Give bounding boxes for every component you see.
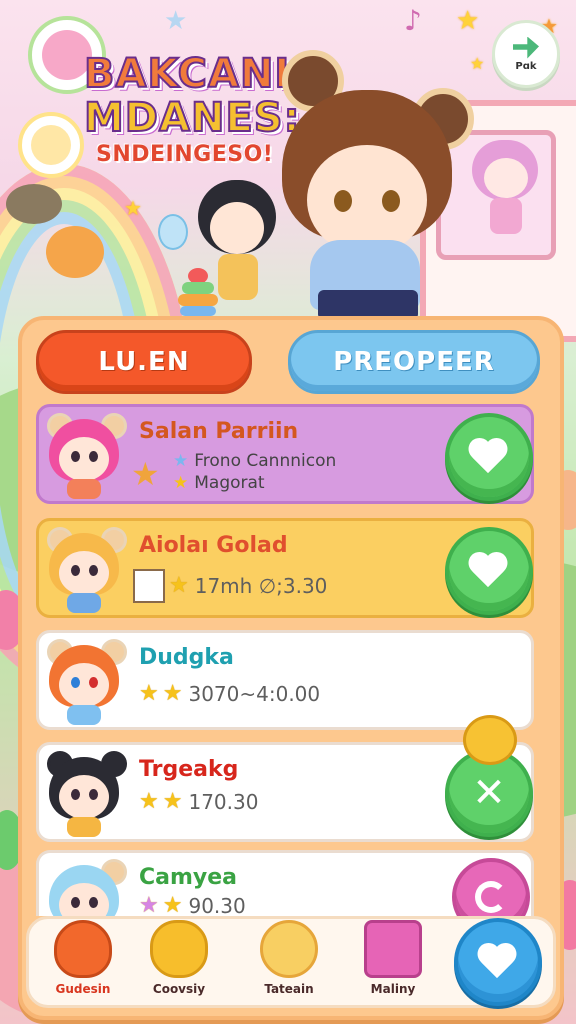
star-icon: ★ <box>169 573 189 598</box>
balloon-decoration <box>158 214 188 250</box>
favorites-main-button[interactable] <box>454 918 542 1006</box>
character-detail: ★ Magorat <box>173 473 265 493</box>
character-value: 17mh ∅;3.30 <box>194 573 328 598</box>
character-detail: ★ Frono Cannnicon <box>173 451 336 471</box>
favorite-button[interactable] <box>445 527 533 615</box>
heart-icon <box>469 439 509 475</box>
rating-stars: ★ ★ <box>139 789 182 814</box>
arrow-icon <box>513 36 539 59</box>
pink-box-icon <box>364 920 422 978</box>
rating-stars: ★ <box>169 573 189 598</box>
character-value: 170.30 <box>188 789 259 814</box>
nav-item-coovsiy[interactable]: Coovsiy <box>134 920 224 1000</box>
nav-label: Tateain <box>264 982 314 996</box>
character-name: Dudgka <box>139 645 234 670</box>
tab-right[interactable]: PREOPEER <box>288 330 540 394</box>
close-icon: ✕ <box>472 770 506 816</box>
corner-button-label: Pɑk <box>515 60 537 72</box>
star-decoration: ★ <box>164 6 188 36</box>
character-detail: ★ 17mh ∅;3.30 <box>169 573 327 598</box>
tab-left[interactable]: LU.EN <box>36 330 252 394</box>
blonde-girl-icon <box>260 920 318 978</box>
corner-action-button[interactable]: Pɑk <box>492 20 560 88</box>
nav-item-maliny[interactable]: Maliny <box>348 920 438 1000</box>
rating-stars: ★ ★ <box>139 681 182 706</box>
yellow-blob-icon <box>150 920 208 978</box>
star-icon: ★ <box>139 681 159 706</box>
star-decoration: ★ <box>124 196 142 220</box>
character-name: Camyea <box>139 865 238 890</box>
nav-label: Coovsiy <box>152 982 206 996</box>
character-detail: ★ ★ 3070~4:0.00 <box>139 681 320 706</box>
star-icon: ★ <box>162 681 183 706</box>
star-icon: ★ <box>173 473 189 493</box>
character-name: Aiolaı Golad <box>139 533 288 558</box>
nav-label: Gudesin <box>55 982 111 996</box>
character-detail: ★ ★ 170.30 <box>139 789 258 814</box>
orange-critter <box>46 226 104 278</box>
game-subtitle: SNDEINGESO! <box>96 142 274 167</box>
roster-row[interactable]: Aiolaı Golad ★ 17mh ∅;3.30 <box>36 518 534 618</box>
hero-character <box>262 50 482 320</box>
detail-line2: Magorat <box>194 473 265 493</box>
character-avatar <box>45 413 127 499</box>
heart-icon <box>469 553 509 589</box>
character-avatar <box>45 527 127 613</box>
nav-label: Maliny <box>370 982 416 996</box>
roster-row[interactable]: ★ Salan Parriin ★ Frono Cannnicon ★ Mago… <box>36 404 534 504</box>
star-wand-icon: ★ <box>131 455 160 493</box>
favorite-button[interactable] <box>445 413 533 501</box>
character-value: 90.30 <box>188 893 246 917</box>
drop-character-icon <box>54 920 112 978</box>
character-avatar <box>45 639 127 725</box>
roster-row[interactable]: Trgeakg ★ ★ 170.30 ✕ <box>36 715 534 842</box>
small-character <box>192 180 282 305</box>
star-icon: ★ <box>162 893 183 916</box>
squirrel-critter <box>6 184 62 224</box>
nav-item-tateain[interactable]: Tateain <box>244 920 334 1000</box>
box-item-icon <box>133 569 165 603</box>
smiley-badge-icon <box>18 112 84 178</box>
star-icon: ★ <box>173 451 189 471</box>
character-avatar <box>45 859 127 916</box>
star-decoration: ★ <box>456 6 480 36</box>
nav-item-gudesin[interactable]: Gudesin <box>38 920 128 1000</box>
star-icon: ★ <box>139 789 159 814</box>
character-name: Salan Parriin <box>139 419 299 444</box>
yellow-mascot-icon <box>463 715 517 765</box>
character-value: 3070~4:0.00 <box>188 681 321 706</box>
heart-icon <box>478 944 518 980</box>
character-avatar <box>45 751 127 837</box>
character-name: Trgeakg <box>139 757 239 782</box>
music-note-decoration: ♪ <box>404 4 422 37</box>
star-icon: ★ <box>139 893 159 916</box>
character-detail: ★ ★ 90.30 <box>139 893 246 916</box>
star-icon: ★ <box>162 789 183 814</box>
rating-stars: ★ ★ <box>139 893 182 916</box>
detail-line1: Frono Cannnicon <box>194 451 337 471</box>
swirl-icon <box>475 881 507 913</box>
roster-row[interactable]: Dudgka ★ ★ 3070~4:0.00 <box>36 630 534 730</box>
